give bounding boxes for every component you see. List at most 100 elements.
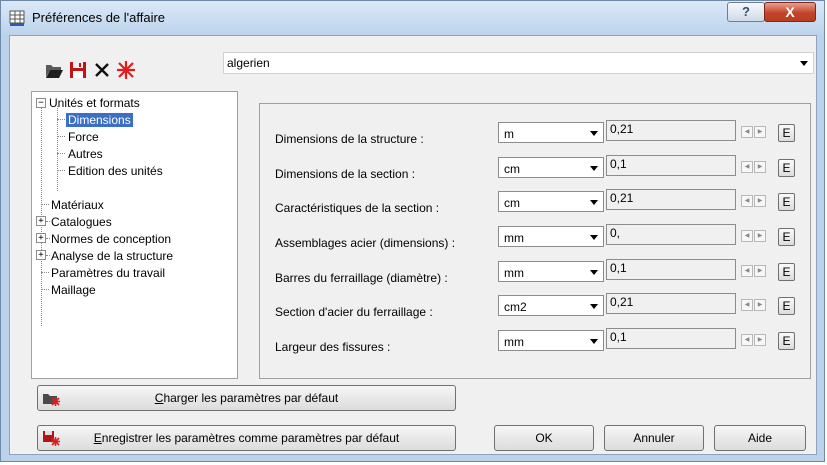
chevron-down-icon[interactable] <box>590 200 598 205</box>
spin-left-icon[interactable]: ◀ <box>741 265 753 277</box>
unit-value: mm <box>504 266 524 280</box>
precision-value: 0,21 <box>610 122 634 136</box>
unit-value: m <box>504 127 514 141</box>
precision-value: 0,1 <box>610 261 627 275</box>
precision-value: 0, <box>610 226 621 240</box>
spin-left-icon[interactable]: ◀ <box>741 299 753 311</box>
unit-select-section-acier[interactable]: cm2 <box>498 295 604 316</box>
chevron-down-icon[interactable] <box>800 61 808 66</box>
tree-item-materiaux[interactable]: Matériaux <box>51 198 104 212</box>
tree-line <box>41 106 42 219</box>
chevron-down-icon[interactable] <box>590 270 598 275</box>
tree-item-parametres-travail[interactable]: Paramètres du travail <box>51 266 165 280</box>
spin-right-icon[interactable]: ▶ <box>754 195 766 207</box>
edit-button-structure[interactable]: E <box>778 124 795 142</box>
close-button[interactable]: X <box>764 2 816 22</box>
spin-left-icon[interactable]: ◀ <box>741 161 753 173</box>
folder-open-icon[interactable] <box>44 60 64 80</box>
x-delete-icon[interactable] <box>92 60 112 80</box>
expand-icon[interactable]: + <box>36 216 46 226</box>
spin-right-icon[interactable]: ▶ <box>754 334 766 346</box>
spin-left-icon[interactable]: ◀ <box>741 334 753 346</box>
spin-right-icon[interactable]: ▶ <box>754 126 766 138</box>
row-label-caracteristiques: Caractéristiques de la section : <box>275 201 440 215</box>
unit-select-barres[interactable]: mm <box>498 261 604 282</box>
row-label-section: Dimensions de la section : <box>275 167 416 181</box>
edit-button-assemblages[interactable]: E <box>778 228 795 246</box>
tree-item-unites-formats[interactable]: Unités et formats <box>49 96 140 110</box>
tree-line <box>41 204 49 205</box>
precision-value: 0,1 <box>610 157 627 171</box>
unit-select-section[interactable]: cm <box>498 157 604 178</box>
preset-combo[interactable]: algerien <box>223 52 814 74</box>
unit-value: mm <box>504 335 524 349</box>
help-button[interactable]: Aide <box>714 425 806 451</box>
unit-select-caracteristiques[interactable]: cm <box>498 191 604 212</box>
title-bar[interactable]: Préférences de l'affaire ? X <box>1 1 824 35</box>
chevron-down-icon[interactable] <box>590 166 598 171</box>
tree-item-maillage[interactable]: Maillage <box>51 283 96 297</box>
edit-button-section-acier[interactable]: E <box>778 297 795 315</box>
precision-value: 0,21 <box>610 295 634 309</box>
tree-line <box>57 119 65 120</box>
precision-field-barres: 0,1 <box>606 259 736 280</box>
chevron-down-icon[interactable] <box>590 235 598 240</box>
unit-value: cm <box>504 162 520 176</box>
precision-field-caracteristiques: 0,21 <box>606 189 736 210</box>
tree-item-normes-conception[interactable]: Normes de conception <box>51 232 171 246</box>
spin-right-icon[interactable]: ▶ <box>754 230 766 242</box>
tree-line <box>46 221 50 222</box>
tree-item-force[interactable]: Force <box>68 130 99 144</box>
precision-field-fissures: 0,1 <box>606 328 736 349</box>
unit-select-fissures[interactable]: mm <box>498 330 604 351</box>
unit-value: cm2 <box>504 300 527 314</box>
edit-button-caracteristiques[interactable]: E <box>778 193 795 211</box>
chevron-down-icon[interactable] <box>590 131 598 136</box>
load-defaults-label: Charger les paramètres par défaut <box>154 391 339 405</box>
spin-right-icon[interactable]: ▶ <box>754 299 766 311</box>
app-icon <box>9 10 25 26</box>
expand-icon[interactable]: + <box>36 233 46 243</box>
tree-item-edition-unites[interactable]: Edition des unités <box>68 164 163 178</box>
spin-left-icon[interactable]: ◀ <box>741 230 753 242</box>
row-label-structure: Dimensions de la structure : <box>275 132 424 146</box>
tree-line <box>57 170 65 171</box>
precision-value: 0,1 <box>610 330 627 344</box>
tree-item-autres[interactable]: Autres <box>68 147 103 161</box>
floppy-disk-icon[interactable] <box>68 60 88 80</box>
unit-value: cm <box>504 196 520 210</box>
chevron-down-icon[interactable] <box>590 339 598 344</box>
edit-button-fissures[interactable]: E <box>778 332 795 350</box>
tree-item-analyse-structure[interactable]: Analyse de la structure <box>51 249 173 263</box>
precision-field-structure: 0,21 <box>606 120 736 141</box>
expand-icon[interactable]: + <box>36 250 46 260</box>
collapse-icon[interactable]: − <box>36 98 46 108</box>
chevron-down-icon[interactable] <box>590 304 598 309</box>
load-defaults-icon <box>43 394 60 406</box>
tree-line <box>41 289 49 290</box>
preset-combo-value: algerien <box>227 56 270 70</box>
red-star-icon[interactable] <box>116 60 136 80</box>
tree-item-catalogues[interactable]: Catalogues <box>51 215 112 229</box>
edit-button-barres[interactable]: E <box>778 263 795 281</box>
help-title-button[interactable]: ? <box>727 2 765 22</box>
save-defaults-button[interactable]: Enregistrer les paramètres comme paramèt… <box>37 425 456 451</box>
tree-line <box>41 272 49 273</box>
spin-right-icon[interactable]: ▶ <box>754 161 766 173</box>
unit-select-structure[interactable]: m <box>498 122 604 143</box>
spin-right-icon[interactable]: ▶ <box>754 265 766 277</box>
precision-field-section: 0,1 <box>606 155 736 176</box>
row-label-assemblages: Assemblages acier (dimensions) : <box>275 236 456 250</box>
precision-value: 0,21 <box>610 191 634 205</box>
tree-item-dimensions[interactable]: Dimensions <box>66 113 133 127</box>
cancel-button[interactable]: Annuler <box>604 425 704 451</box>
edit-button-section[interactable]: E <box>778 159 795 177</box>
spin-left-icon[interactable]: ◀ <box>741 126 753 138</box>
row-label-fissures: Largeur des fissures : <box>275 340 391 354</box>
dialog-window: Préférences de l'affaire ? X algerien − … <box>0 0 825 462</box>
tree-line <box>46 255 50 256</box>
load-defaults-button[interactable]: Charger les paramètres par défaut <box>37 385 456 411</box>
ok-button[interactable]: OK <box>494 425 594 451</box>
spin-left-icon[interactable]: ◀ <box>741 195 753 207</box>
unit-select-assemblages[interactable]: mm <box>498 226 604 247</box>
